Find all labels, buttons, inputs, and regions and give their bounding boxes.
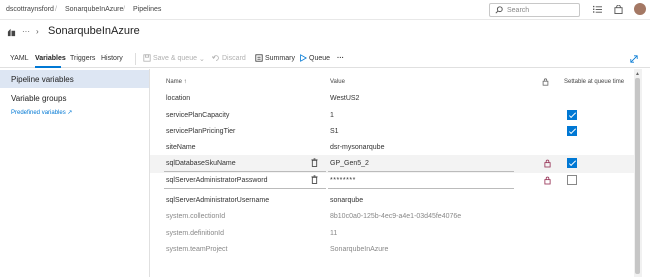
chevron-down-icon[interactable]: ⌄ (199, 55, 205, 63)
summary-icon (255, 54, 263, 62)
variable-name: location (166, 95, 191, 102)
breadcrumb-project[interactable]: SonarqubeInAzure (65, 6, 123, 13)
breadcrumb-separator: / (123, 6, 125, 13)
summary-button[interactable]: Summary (265, 55, 295, 62)
variable-value: SonarqubeInAzure (330, 246, 389, 253)
variable-name: system.teamProject (166, 246, 228, 253)
settable-checkbox[interactable] (567, 110, 577, 120)
tab-variables[interactable]: Variables (35, 55, 66, 62)
variable-name: system.definitionId (166, 230, 224, 237)
table-row: system.teamProject SonarqubeInAzure (150, 241, 634, 259)
variable-value: 8b10c0a0-125b-4ec9-a4e1-03d45fe4076e (330, 213, 462, 220)
variable-value: dsr-mysonarqube (330, 144, 385, 151)
toolbar-divider (135, 53, 136, 65)
nav-variable-groups[interactable]: Variable groups (0, 89, 149, 107)
variable-value-input[interactable] (328, 173, 514, 189)
variable-value: 1 (330, 112, 334, 119)
tab-triggers[interactable]: Triggers (70, 55, 95, 62)
secret-lock-icon[interactable] (544, 159, 551, 168)
variable-name: siteName (166, 144, 196, 151)
variable-name: sqlServerAdministratorUsername (166, 197, 270, 204)
task-list-icon[interactable] (593, 5, 602, 14)
variable-name: system.collectionId (166, 213, 226, 220)
variable-name: servicePlanPricingTier (166, 128, 236, 135)
search-icon (495, 6, 503, 14)
shopping-bag-icon[interactable] (614, 5, 623, 14)
trash-icon[interactable] (311, 175, 318, 184)
settable-checkbox[interactable] (567, 126, 577, 136)
save-icon (143, 54, 151, 62)
nav-pipeline-variables-label: Pipeline variables (11, 75, 74, 84)
table-row[interactable]: location WestUS2 (150, 90, 634, 108)
more-actions-icon[interactable]: ··· (337, 55, 344, 62)
variable-value: GP_Gen5_2 (330, 160, 369, 167)
undo-icon (212, 55, 219, 61)
nav-pipeline-variables[interactable]: Pipeline variables (0, 70, 149, 88)
breadcrumb-separator: / (55, 6, 57, 13)
lock-icon (542, 78, 549, 86)
predefined-variables-link[interactable]: Predefined variables ↗ (11, 109, 72, 116)
queue-button[interactable]: Queue (309, 55, 330, 62)
variable-value: sonarqube (330, 197, 364, 204)
active-tab-indicator (35, 66, 61, 68)
pipeline-icon (7, 28, 16, 37)
search-input[interactable]: Search (507, 7, 529, 14)
table-row: system.collectionId 8b10c0a0-125b-4ec9-a… (150, 208, 634, 226)
trash-icon[interactable] (311, 158, 318, 167)
variable-value: S1 (330, 128, 339, 135)
table-row[interactable]: sqlServerAdministratorPassword ******** (150, 172, 634, 190)
chevron-right-icon: › (36, 27, 39, 36)
tab-history[interactable]: History (101, 55, 123, 62)
user-avatar[interactable] (634, 3, 646, 15)
save-queue-button[interactable]: Save & queue (153, 55, 197, 62)
more-breadcrumb-icon[interactable]: ··· (22, 27, 30, 36)
secret-lock-icon[interactable] (544, 176, 551, 185)
settable-checkbox[interactable] (567, 175, 577, 185)
external-link-icon: ↗ (67, 110, 73, 116)
settable-checkbox[interactable] (567, 158, 577, 168)
scrollbar-thumb[interactable] (635, 78, 640, 274)
column-header-settable: Settable at queue time (564, 79, 625, 85)
column-header-value: Value (330, 79, 345, 85)
variable-name: sqlServerAdministratorPassword (166, 177, 268, 184)
discard-button[interactable]: Discard (222, 55, 246, 62)
breadcrumb-section[interactable]: Pipelines (133, 6, 161, 13)
nav-variable-groups-label: Variable groups (11, 94, 67, 103)
variable-name: servicePlanCapacity (166, 112, 230, 119)
variables-nav: Pipeline variables Variable groups (0, 69, 150, 277)
variable-name: sqlDatabaseSkuName (166, 160, 236, 167)
column-header-name[interactable]: Name ↑ (166, 79, 187, 85)
page-title: SonarqubeInAzure (48, 25, 140, 37)
play-icon (300, 54, 307, 62)
search-box[interactable]: Search (489, 3, 580, 17)
breadcrumb-org[interactable]: dscottraynsford (6, 6, 54, 13)
secret-value: ******** (330, 177, 356, 184)
expand-icon[interactable] (630, 55, 638, 63)
table-row[interactable]: sqlDatabaseSkuName GP_Gen5_2 (150, 155, 634, 173)
variable-value: 11 (330, 230, 338, 237)
variable-value: WestUS2 (330, 95, 360, 102)
tab-yaml[interactable]: YAML (10, 55, 29, 62)
scroll-up-arrow[interactable]: ▲ (635, 71, 640, 77)
